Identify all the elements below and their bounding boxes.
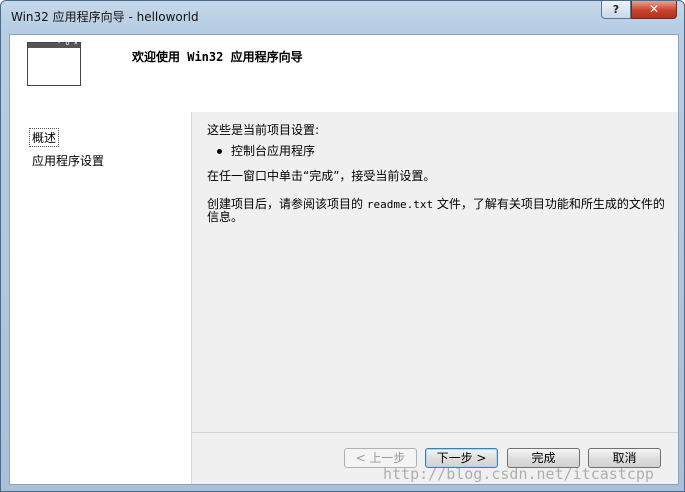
window-title: Win32 应用程序向导 - helloworld	[11, 10, 199, 24]
wizard-window: Win32 应用程序向导 - helloworld ? ✕ - o × 欢迎使用…	[0, 0, 685, 492]
bullet-text: 控制台应用程序	[231, 144, 316, 158]
title-bar[interactable]: Win32 应用程序向导 - helloworld ? ✕	[1, 1, 684, 31]
wizard-header: - o × 欢迎使用 Win32 应用程序向导	[10, 35, 678, 112]
bullet-icon	[217, 149, 222, 154]
list-item: 控制台应用程序	[217, 142, 315, 159]
readme-filename: readme.txt	[366, 198, 434, 211]
nav-item-app-settings[interactable]: 应用程序设置	[32, 152, 104, 169]
close-button[interactable]: ✕	[631, 1, 677, 19]
readme-hint: 创建项目后，请参阅该项目的 readme.txt 文件，了解有关项目功能和所生成…	[207, 197, 665, 224]
help-button[interactable]: ?	[601, 1, 631, 19]
settings-heading: 这些是当前项目设置:	[207, 123, 320, 137]
wizard-client-area: - o × 欢迎使用 Win32 应用程序向导 概述 应用程序设置 这些是当前项…	[9, 34, 679, 485]
wizard-nav: 概述 应用程序设置	[10, 112, 192, 484]
watermark: http://blog.csdn.net/itcastcpp	[383, 465, 654, 483]
wizard-content: 这些是当前项目设置: 控制台应用程序 在任一窗口中单击“完成”，接受当前设置。 …	[192, 112, 678, 432]
window-icon: - o ×	[27, 39, 81, 86]
button-divider	[192, 432, 678, 433]
page-title: 欢迎使用 Win32 应用程序向导	[132, 50, 303, 64]
finish-hint: 在任一窗口中单击“完成”，接受当前设置。	[207, 169, 436, 183]
nav-item-overview[interactable]: 概述	[28, 128, 60, 147]
